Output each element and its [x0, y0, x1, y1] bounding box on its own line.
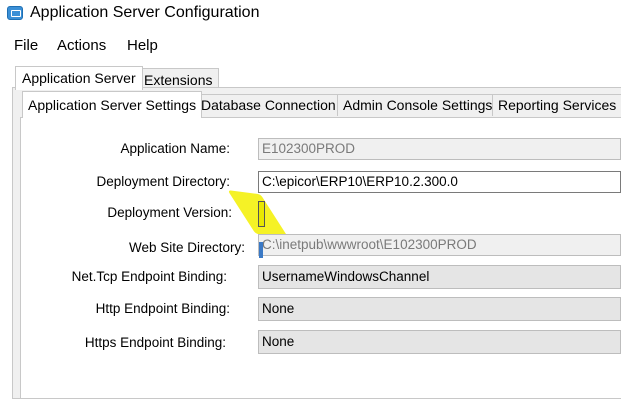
menu-actions[interactable]: Actions: [55, 37, 108, 54]
application-name-field: E102300PROD: [258, 138, 621, 160]
net-tcp-binding-select[interactable]: UsernameWindowsChannel: [258, 265, 621, 289]
menu-file[interactable]: File: [12, 37, 40, 54]
https-binding-select[interactable]: None: [258, 330, 621, 354]
http-binding-label: Http Endpoint Binding:: [95, 301, 230, 316]
text-caret: [259, 242, 263, 258]
deployment-directory-label: Deployment Directory:: [96, 174, 230, 189]
http-binding-select[interactable]: None: [258, 297, 621, 321]
web-site-directory-field: C:\inetpub\wwwroot\E102300PROD: [258, 234, 621, 256]
tab-admin-console-settings[interactable]: Admin Console Settings: [337, 94, 499, 116]
tab-application-server[interactable]: Application Server: [15, 66, 143, 90]
tab-reporting-services[interactable]: Reporting Services: [492, 94, 621, 116]
https-binding-label: Https Endpoint Binding:: [84, 335, 226, 350]
tab-database-connection[interactable]: Database Connection: [195, 94, 342, 116]
menu-bar: File Actions Help: [0, 33, 621, 59]
deployment-version-label: Deployment Version:: [107, 205, 232, 220]
menu-help[interactable]: Help: [125, 37, 160, 54]
web-site-directory-label: Web Site Directory:: [128, 240, 245, 255]
window-title: Application Server Configuration: [30, 4, 260, 21]
deployment-version-field[interactable]: [258, 201, 265, 227]
tab-application-server-settings[interactable]: Application Server Settings: [22, 91, 203, 118]
net-tcp-binding-label: Net.Tcp Endpoint Binding:: [71, 269, 227, 284]
deployment-directory-field[interactable]: C:\epicor\ERP10\ERP10.2.300.0: [258, 171, 621, 193]
app-window-icon: [7, 6, 23, 20]
title-bar: Application Server Configuration: [0, 0, 621, 28]
application-name-label: Application Name:: [120, 141, 230, 156]
